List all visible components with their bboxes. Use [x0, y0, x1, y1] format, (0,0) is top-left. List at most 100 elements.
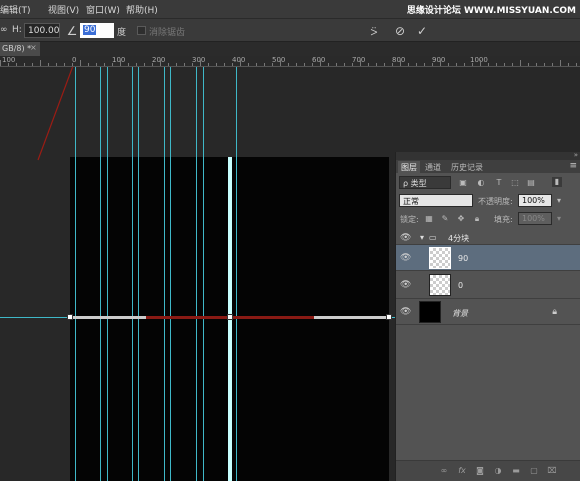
fill-dropdown-icon[interactable]: ▾	[554, 214, 564, 224]
ruler-tick	[88, 63, 89, 66]
angle-field[interactable]: 90	[80, 23, 114, 38]
ruler-tick	[168, 63, 169, 66]
ruler-tick	[272, 63, 273, 66]
ruler-tick	[0, 60, 1, 66]
panel-menu-icon[interactable]: ≡	[569, 161, 577, 171]
antialias-label: 消除锯齿	[149, 28, 186, 38]
visibility-eye-icon[interactable]: 👁︎	[400, 280, 411, 290]
ruler-tick	[104, 63, 105, 66]
panel-tabs: 图层 通道 历史记录 ≡	[396, 160, 580, 173]
ruler-tick	[544, 63, 545, 66]
menu-help[interactable]: 帮助(H)	[126, 3, 158, 16]
ruler-label: 800	[392, 56, 406, 64]
menu-edit[interactable]: 编辑(T)	[0, 3, 31, 16]
visibility-eye-icon[interactable]: 👁︎	[400, 233, 411, 243]
ruler-tick	[488, 63, 489, 66]
layer-group-row[interactable]: 👁︎ ▾ ▭ 4分块	[396, 231, 580, 245]
panel-bottom-toolbar: ∞ fx ◙ ◑ ▬ ▢ ⌧	[396, 460, 580, 481]
ruler-tick	[72, 63, 73, 66]
filter-shape-icon[interactable]: ⬚	[510, 178, 520, 188]
horizontal-ruler[interactable]: 100 0 100 200 300 400 500 600 700 800 90…	[0, 56, 580, 67]
tab-layers[interactable]: 图层	[398, 161, 420, 173]
ruler-tick	[376, 63, 377, 66]
ruler-label: 500	[272, 56, 286, 64]
group-expand-chevron-icon[interactable]: ▾	[420, 233, 424, 242]
adjustment-icon[interactable]: ◑	[492, 466, 504, 476]
layer-name[interactable]: 90	[458, 254, 468, 263]
ruler-tick	[416, 63, 417, 66]
layer-name[interactable]: 背景	[452, 308, 468, 319]
ruler-tick	[504, 63, 505, 66]
layer-row[interactable]: 👁︎ 0	[396, 271, 580, 299]
blend-row: 正常 不透明度: 100% ▾	[396, 193, 580, 209]
panel-title-bar[interactable]: »	[396, 151, 580, 160]
folder-icon: ▭	[429, 233, 437, 242]
filter-adjustment-icon[interactable]: ◐	[476, 178, 486, 188]
height-label: H:	[12, 25, 22, 35]
ruler-label: 600	[312, 56, 326, 64]
opacity-field[interactable]: 100%	[518, 194, 552, 207]
antialias-checkbox[interactable]	[137, 26, 146, 35]
ruler-tick	[304, 63, 305, 66]
link-layers-icon[interactable]: ∞	[438, 466, 450, 476]
fill-field[interactable]: 100%	[518, 212, 552, 225]
folder-icon[interactable]: ▬	[510, 466, 522, 476]
ruler-tick	[424, 63, 425, 66]
ruler-tick	[464, 63, 465, 66]
options-bar: ∞ H: 100.00% ∠ 90 度 消除锯齿 ⍩ ⊘ ✓	[0, 18, 580, 42]
opacity-dropdown-icon[interactable]: ▾	[554, 196, 564, 206]
blend-mode-select[interactable]: 正常	[399, 194, 473, 207]
filter-toggle-icon[interactable]: ▮	[552, 177, 562, 187]
layer-name[interactable]: 0	[458, 281, 463, 290]
menu-view[interactable]: 视图(V)	[48, 3, 79, 16]
ruler-tick	[40, 60, 41, 66]
warp-toggle-icon[interactable]: ⍩	[366, 23, 382, 39]
fx-icon[interactable]: fx	[456, 466, 468, 476]
lock-all-icon[interactable]: 🔒︎	[472, 214, 482, 224]
ruler-label: 700	[352, 56, 366, 64]
ruler-tick	[408, 63, 409, 66]
ruler-tick	[184, 63, 185, 66]
lock-row: 锁定: ▦ ✎ ✥ 🔒︎ 填充: 100% ▾	[396, 211, 580, 227]
layer-thumbnail	[429, 274, 451, 296]
ruler-tick	[144, 63, 145, 66]
ruler-tick	[128, 63, 129, 66]
trash-icon[interactable]: ⌧	[546, 466, 558, 476]
layer-name[interactable]: 4分块	[448, 233, 469, 244]
tab-history[interactable]: 历史记录	[448, 161, 486, 173]
commit-check-icon[interactable]: ✓	[414, 23, 430, 39]
mask-icon[interactable]: ◙	[474, 466, 486, 476]
menu-bar: 编辑(T) 视图(V) 窗口(W) 帮助(H) 思缘设计论坛 WWW.MISSY…	[0, 0, 580, 18]
ruler-tick	[296, 63, 297, 66]
layer-filter-select[interactable]: ρ 类型	[399, 176, 451, 189]
document-tab[interactable]: GB/8) * ×	[0, 42, 40, 56]
panel-collapse-icon[interactable]: »	[574, 151, 578, 159]
new-layer-icon[interactable]: ▢	[528, 466, 540, 476]
visibility-eye-icon[interactable]: 👁︎	[400, 253, 411, 263]
lock-brush-icon[interactable]: ✎	[440, 214, 450, 224]
ruler-tick	[120, 60, 121, 66]
ruler-tick	[264, 63, 265, 66]
menu-window[interactable]: 窗口(W)	[86, 3, 120, 16]
close-icon[interactable]: ×	[30, 43, 37, 52]
link-icon[interactable]: ∞	[0, 25, 8, 35]
ruler-tick	[288, 63, 289, 66]
ruler-tick	[160, 60, 161, 66]
tab-channels[interactable]: 通道	[422, 161, 444, 173]
layer-row[interactable]: 👁︎ 90	[396, 245, 580, 271]
ruler-tick	[112, 63, 113, 66]
lock-position-icon[interactable]: ✥	[456, 214, 466, 224]
filter-pixel-icon[interactable]: ▣	[458, 178, 468, 188]
lock-transparency-icon[interactable]: ▦	[424, 214, 434, 224]
filter-type-icon[interactable]: T	[494, 178, 504, 188]
cancel-icon[interactable]: ⊘	[392, 23, 408, 39]
height-field[interactable]: 100.00%	[24, 23, 60, 38]
filter-smart-icon[interactable]: ▤	[526, 178, 536, 188]
ruler-tick	[568, 63, 569, 66]
layer-row[interactable]: 👁︎ 背景 🔒︎	[396, 299, 580, 325]
visibility-eye-icon[interactable]: 👁︎	[400, 307, 411, 317]
ruler-tick	[496, 63, 497, 66]
ruler-tick	[64, 63, 65, 66]
ruler-tick	[328, 63, 329, 66]
ruler-tick	[528, 63, 529, 66]
